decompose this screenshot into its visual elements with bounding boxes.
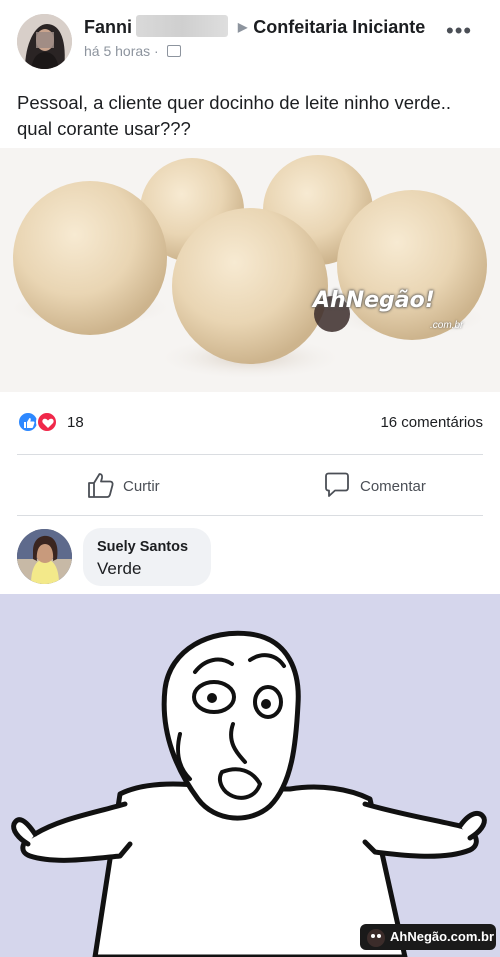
like-label: Curtir <box>123 478 160 495</box>
comment-label: Comentar <box>360 478 426 495</box>
post-photo[interactable] <box>0 148 500 392</box>
meme-watermark-logo: AhNegão.com.br <box>360 924 496 950</box>
reactions-row: 18 16 comentários <box>0 408 500 438</box>
arrow-right-icon: ▶ <box>238 20 248 34</box>
like-button[interactable]: Curtir <box>86 470 176 502</box>
post-meta: há 5 horas · <box>84 43 181 59</box>
post-text: Pessoal, a cliente quer docinho de leite… <box>17 92 452 139</box>
reaction-count[interactable]: 18 <box>67 414 84 431</box>
comment-count[interactable]: 16 comentários <box>380 414 483 431</box>
comment-bubble[interactable]: Suely Santos Verde <box>83 528 211 586</box>
comment-bubble-icon <box>325 472 349 497</box>
group-name[interactable]: Confeitaria Iniciante <box>253 17 425 37</box>
photo-watermark-sub: .com.br <box>430 320 464 331</box>
divider <box>17 454 483 455</box>
more-horizontal-icon[interactable]: ••• <box>446 18 472 44</box>
thumbs-up-icon <box>88 473 114 498</box>
author-line: Fanni ▶ Confeitaria Iniciante <box>84 15 425 38</box>
author-avatar[interactable] <box>17 14 72 69</box>
commenter-name[interactable]: Suely Santos <box>97 539 188 555</box>
post-header: Fanni ▶ Confeitaria Iniciante há 5 horas ·… <box>0 0 500 82</box>
blurred-surname <box>136 15 228 37</box>
photo-watermark: AhNegão! <box>313 288 435 313</box>
comment: Suely Santos Verde <box>0 526 500 590</box>
commenter-avatar[interactable] <box>17 529 72 584</box>
meme-image <box>0 594 500 957</box>
comment-button[interactable]: Comentar <box>322 470 432 502</box>
comment-text: Verde <box>97 559 142 578</box>
meme-watermark-text: AhNegão.com.br <box>390 929 495 944</box>
post-time[interactable]: há 5 horas <box>84 43 150 59</box>
divider <box>17 515 483 516</box>
mascot-icon <box>367 929 385 947</box>
love-reaction-icon[interactable] <box>36 411 58 433</box>
group-privacy-icon <box>166 45 181 57</box>
author-name[interactable]: Fanni <box>84 17 132 37</box>
